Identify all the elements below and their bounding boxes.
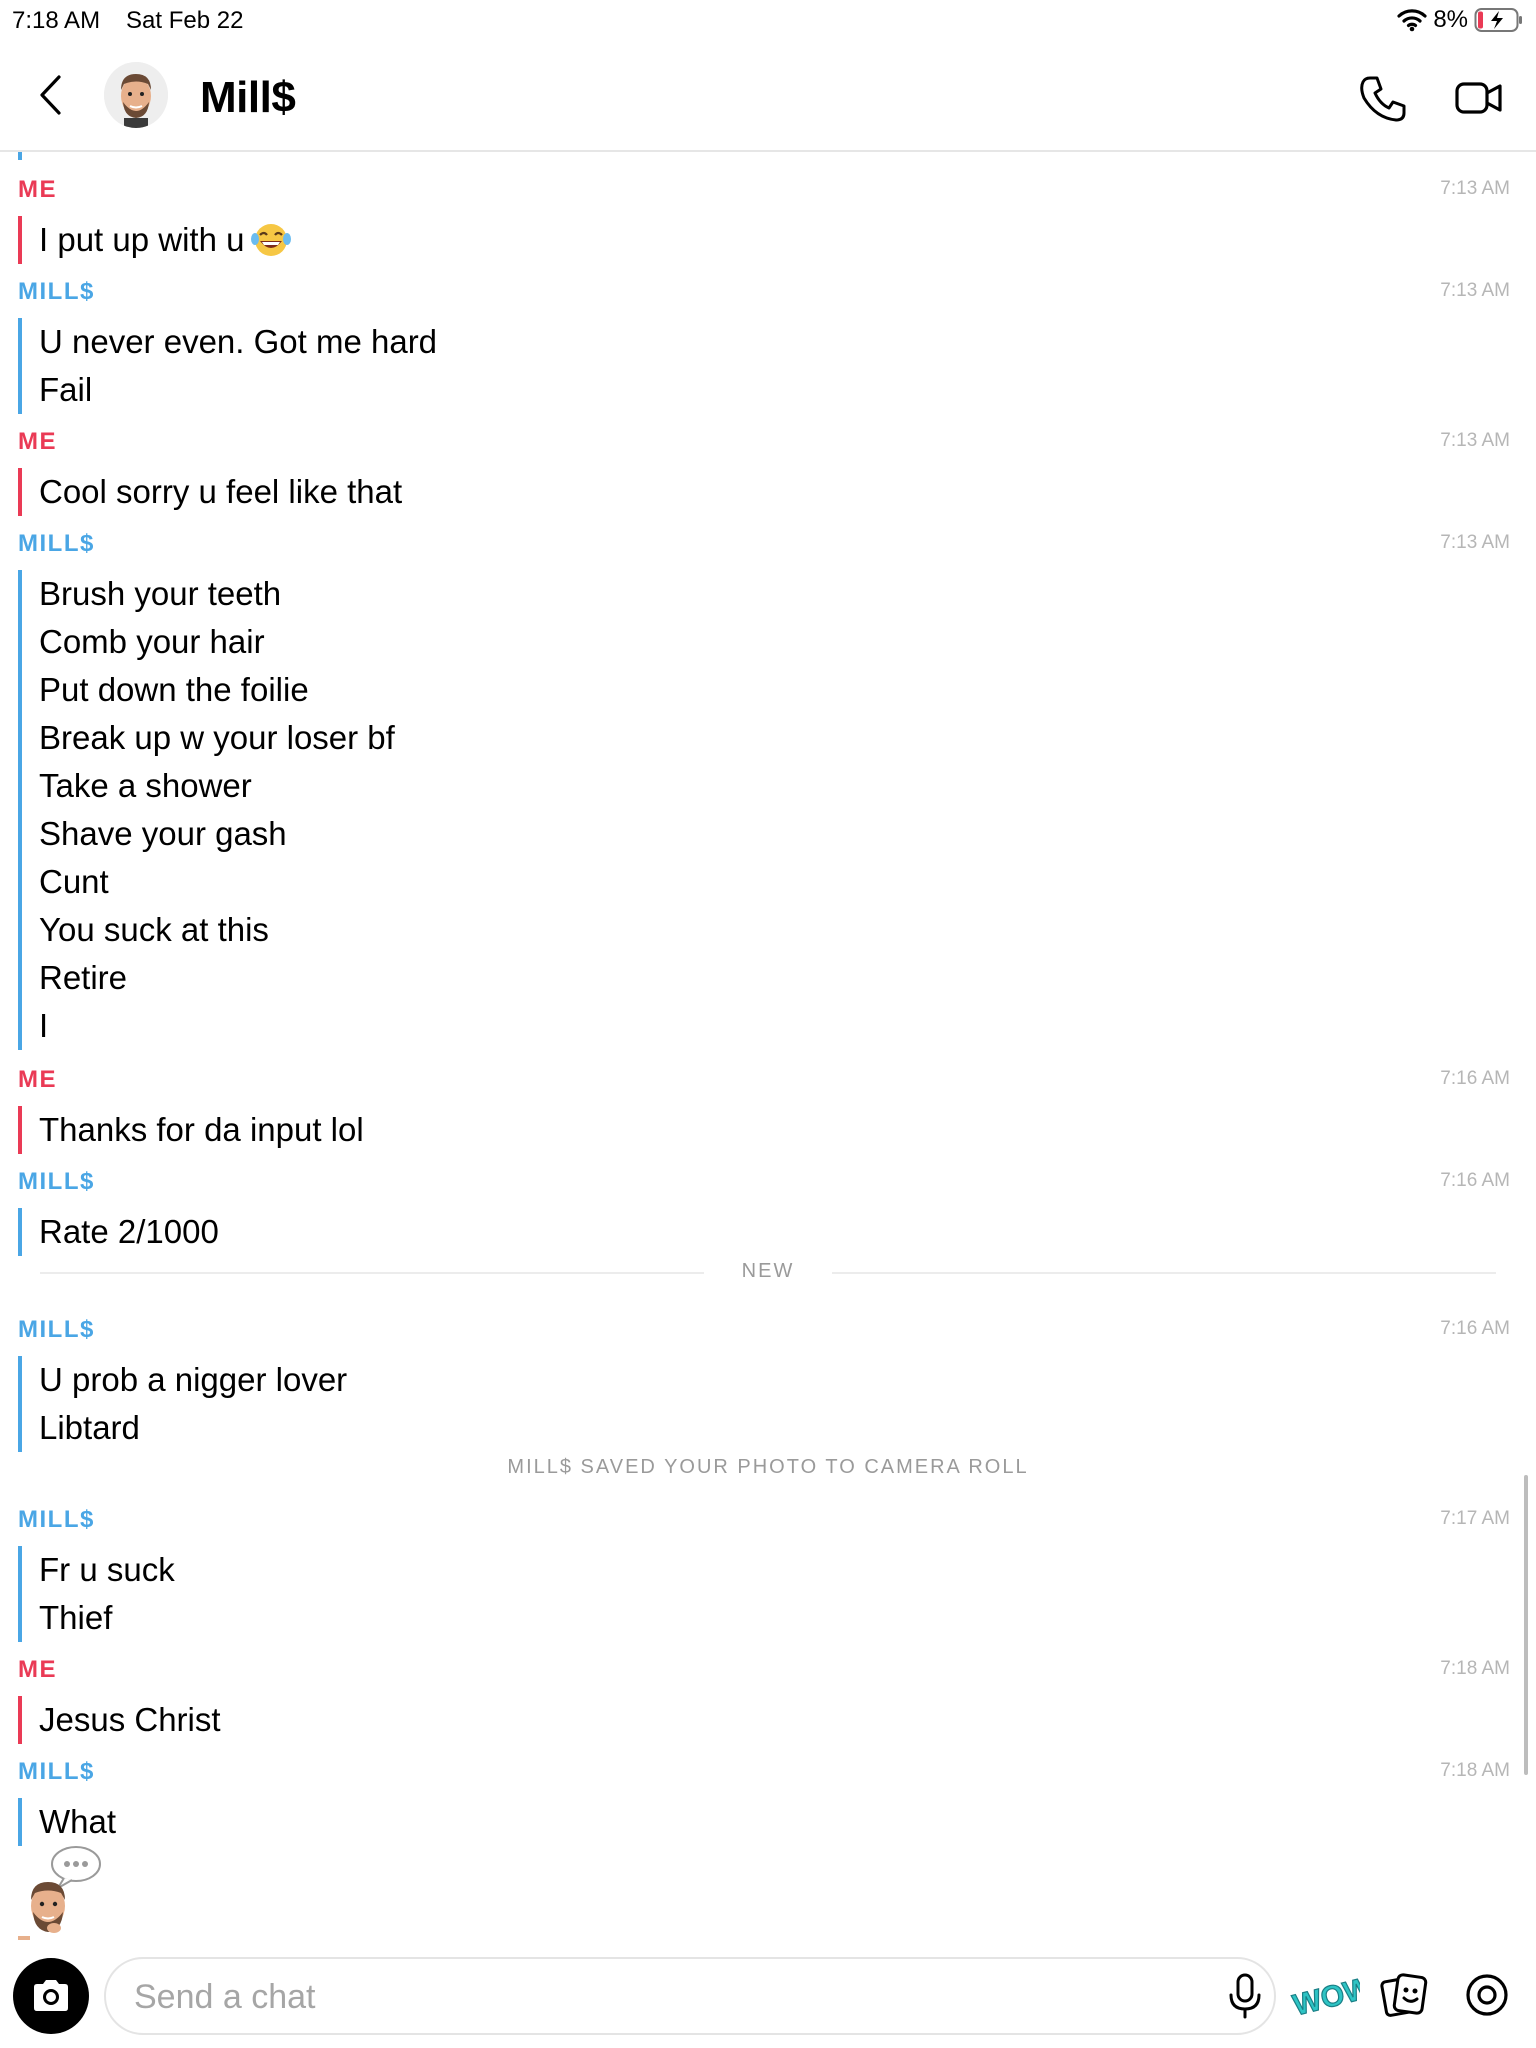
chat-input-container[interactable] (104, 1957, 1276, 2035)
message-time: 7:16 AM (1440, 1170, 1510, 1191)
chat-composer-bar: WOW (0, 1940, 1536, 2048)
wifi-icon (1397, 9, 1427, 32)
camera-button[interactable] (13, 1958, 89, 2034)
sender-label: MILL$ (18, 1506, 95, 1533)
sender-label: MILL$ (18, 278, 95, 305)
video-call-button[interactable] (1454, 78, 1504, 118)
message-line: Shave your gash (39, 815, 287, 852)
message-line: Fail (39, 371, 93, 408)
message-line: I (39, 1007, 49, 1044)
message-line: Brush your teeth (39, 575, 282, 612)
sender-label: MILL$ (18, 530, 95, 557)
chat-header: Mill$ (0, 40, 1536, 152)
status-bar: 7:18 AM Sat Feb 22 8% (0, 0, 1536, 40)
divider-rule-right (832, 1272, 1496, 1274)
message-line: Cunt (39, 863, 109, 900)
message-time: 7:18 AM (1440, 1658, 1510, 1679)
back-button[interactable] (30, 70, 70, 120)
memories-icon (1380, 1973, 1428, 2017)
status-time: 7:18 AM (12, 7, 101, 34)
battery-charging-icon (1474, 8, 1522, 32)
sender-label: MILL$ (18, 1168, 95, 1195)
status-indicators: 8% (1397, 6, 1524, 34)
message-line: I put up with u (39, 216, 292, 264)
previous-message-stub (18, 152, 22, 160)
message-line: Thanks for da input lol (39, 1111, 364, 1148)
memories-button[interactable] (1380, 1970, 1430, 2020)
status-date: Sat Feb 22 (126, 7, 244, 34)
message-line: Put down the foilie (39, 671, 309, 708)
laughing-tears-emoji (251, 224, 292, 256)
page-title[interactable]: Mill$ (200, 73, 296, 123)
message-time: 7:13 AM (1440, 280, 1510, 301)
message-time: 7:18 AM (1440, 1760, 1510, 1781)
message-body: Cool sorry u feel like that (18, 468, 402, 516)
message-body: Rate 2/1000 (18, 1208, 219, 1256)
message-line: You suck at this (39, 911, 269, 948)
video-camera-icon (1455, 82, 1502, 114)
sticker-button[interactable]: WOW (1289, 1970, 1376, 2023)
message-line: Libtard (39, 1409, 140, 1446)
message-time: 7:17 AM (1440, 1508, 1510, 1529)
message-time: 7:16 AM (1440, 1318, 1510, 1339)
lens-button[interactable] (1462, 1970, 1512, 2020)
sender-label: ME (18, 1656, 57, 1683)
microphone-button[interactable] (1220, 1971, 1270, 2021)
message-body: U prob a nigger lover Libtard (18, 1356, 347, 1452)
scrollbar[interactable] (1524, 1475, 1528, 1775)
sender-label: ME (18, 1066, 57, 1093)
message-body: I put up with u (18, 216, 292, 264)
chat-thread[interactable]: ME 7:13 AM I put up with u MILL$ 7:13 AM… (0, 152, 1536, 1942)
message-line: Jesus Christ (39, 1701, 221, 1738)
call-button[interactable] (1358, 74, 1408, 124)
message-time: 7:16 AM (1440, 1068, 1510, 1089)
message-time: 7:13 AM (1440, 430, 1510, 451)
message-body: What (18, 1798, 116, 1846)
message-body: Fr u suck Thief (18, 1546, 175, 1642)
sender-label: ME (18, 428, 57, 455)
message-body: Thanks for da input lol (18, 1106, 364, 1154)
bitmoji-avatar (104, 62, 168, 128)
camera-icon (34, 1980, 68, 2011)
message-line: Retire (39, 959, 128, 996)
message-line: Take a shower (39, 767, 252, 804)
saved-photo-notice: MILL$ SAVED YOUR PHOTO TO CAMERA ROLL (507, 1456, 1029, 1478)
message-time: 7:13 AM (1440, 532, 1510, 553)
message-body: U never even. Got me hard Fail (18, 318, 437, 414)
typing-indicator-bitmoji (14, 1842, 104, 1942)
chat-input[interactable] (132, 1959, 1136, 2035)
message-line: What (39, 1803, 117, 1840)
message-line: Thief (39, 1599, 113, 1636)
battery-percent: 8% (1433, 6, 1468, 33)
sender-label: ME (18, 176, 57, 203)
message-line: Fr u suck (39, 1551, 175, 1588)
phone-icon (1360, 76, 1406, 122)
chevron-left-icon (40, 75, 61, 115)
message-line: Rate 2/1000 (39, 1213, 219, 1250)
message-line: Comb your hair (39, 623, 265, 660)
message-text: I put up with u (39, 221, 245, 258)
new-messages-divider: NEW (0, 1254, 1536, 1294)
wow-sticker-label: WOW (1290, 1971, 1360, 2020)
message-body: Brush your teeth Comb your hair Put down… (18, 570, 395, 1050)
microphone-icon (1229, 1973, 1261, 2019)
typing-bitmoji-icon (18, 1846, 101, 1942)
message-time: 7:13 AM (1440, 178, 1510, 199)
avatar[interactable] (104, 62, 168, 128)
sender-label: MILL$ (18, 1758, 95, 1785)
message-line: U prob a nigger lover (39, 1361, 348, 1398)
message-line: U never even. Got me hard (39, 323, 438, 360)
lens-icon (1466, 1974, 1508, 2016)
sender-label: MILL$ (18, 1316, 95, 1343)
message-body: Jesus Christ (18, 1696, 221, 1744)
message-line: Cool sorry u feel like that (39, 473, 403, 510)
wow-sticker-icon: WOW (1289, 1970, 1376, 2023)
message-line: Break up w your loser bf (39, 719, 395, 756)
